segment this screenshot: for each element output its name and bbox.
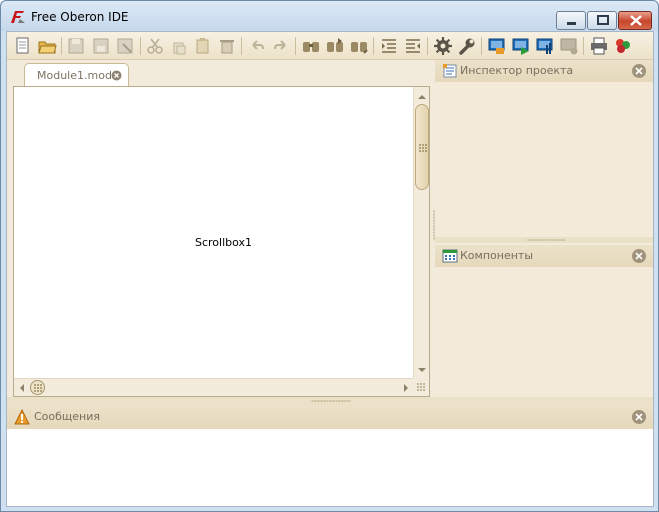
window-title: Free Oberon IDE: [31, 10, 129, 24]
toolbar-separator: [427, 37, 428, 55]
bottom-splitter[interactable]: [7, 397, 653, 405]
save-all-icon[interactable]: [115, 36, 135, 56]
editor-tab-strip: Module1.mod: [7, 60, 431, 87]
redo-icon[interactable]: [271, 36, 291, 56]
close-icon[interactable]: [631, 248, 647, 264]
components-icon[interactable]: [613, 36, 633, 56]
components-grid-icon: [442, 249, 458, 263]
app-logo-icon: [11, 11, 25, 23]
toolbar-separator: [295, 37, 296, 55]
print-icon[interactable]: [589, 36, 609, 56]
settings-gear-icon[interactable]: [433, 36, 453, 56]
toolbar-separator: [61, 37, 62, 55]
delete-icon[interactable]: [217, 36, 237, 56]
close-button[interactable]: [618, 11, 652, 30]
close-icon: [630, 15, 642, 26]
app-window: Free Oberon IDE Module1.mod Scrollbox1 И…: [0, 0, 659, 512]
undo-icon[interactable]: [247, 36, 267, 56]
grip-icon: [34, 384, 42, 392]
save-as-icon[interactable]: [91, 36, 111, 56]
messages-panel-title: Сообщения: [34, 410, 101, 423]
paste-icon[interactable]: [193, 36, 213, 56]
grip-icon: [419, 144, 427, 152]
tools-wrench-icon[interactable]: [457, 36, 477, 56]
main-client-area: Module1.mod Scrollbox1 Инспектор проекта…: [6, 31, 654, 507]
resize-grip-icon: [417, 383, 425, 391]
scroll-right-arrow-icon[interactable]: [400, 380, 412, 396]
find-next-icon[interactable]: [325, 36, 345, 56]
scroll-corner-grip: [413, 378, 429, 396]
compile-icon[interactable]: [487, 36, 507, 56]
inspector-panel-header: Инспектор проекта: [435, 60, 653, 82]
unindent-icon[interactable]: [403, 36, 423, 56]
minimize-icon: [567, 22, 576, 25]
new-file-icon[interactable]: [13, 36, 33, 56]
toolbar: [7, 32, 653, 60]
toolbar-separator: [241, 37, 242, 55]
vertical-scroll-thumb[interactable]: [415, 104, 429, 190]
minimize-button[interactable]: [556, 11, 586, 30]
horizontal-scrollbar[interactable]: [14, 378, 414, 396]
warning-icon: [14, 409, 30, 425]
horizontal-scroll-thumb[interactable]: [30, 380, 45, 395]
scroll-up-arrow-icon[interactable]: [414, 90, 430, 102]
right-panel-splitter[interactable]: [435, 237, 653, 243]
copy-icon[interactable]: [169, 36, 189, 56]
save-icon[interactable]: [66, 36, 86, 56]
run-icon[interactable]: [511, 36, 531, 56]
toolbar-separator: [583, 37, 584, 55]
maximize-button[interactable]: [587, 11, 617, 30]
toolbar-separator: [140, 37, 141, 55]
messages-panel-header: Сообщения: [7, 405, 653, 429]
splitter-grip: [527, 239, 565, 241]
cut-icon[interactable]: [145, 36, 165, 56]
messages-panel-body[interactable]: [7, 429, 653, 506]
replace-icon[interactable]: [349, 36, 369, 56]
components-panel-title: Компоненты: [460, 249, 534, 262]
inspector-panel-title: Инспектор проекта: [460, 64, 574, 77]
close-icon[interactable]: [631, 409, 647, 425]
scroll-left-arrow-icon[interactable]: [16, 380, 28, 396]
tab-module1[interactable]: Module1.mod: [24, 63, 129, 87]
indent-icon[interactable]: [379, 36, 399, 56]
components-panel-body[interactable]: [435, 267, 653, 397]
inspector-panel-body[interactable]: [435, 82, 653, 237]
tab-label: Module1.mod: [37, 69, 112, 82]
vertical-scrollbar[interactable]: [413, 87, 429, 379]
open-folder-icon[interactable]: [37, 36, 57, 56]
tab-close-icon[interactable]: [111, 70, 122, 81]
build-icon[interactable]: [535, 36, 555, 56]
find-icon[interactable]: [301, 36, 321, 56]
code-editor-scrollbox[interactable]: Scrollbox1: [13, 86, 430, 397]
toolbar-separator: [373, 37, 374, 55]
components-panel-header: Компоненты: [435, 245, 653, 267]
title-bar[interactable]: Free Oberon IDE: [1, 1, 658, 31]
toolbar-separator: [481, 37, 482, 55]
project-inspector-icon: [443, 64, 457, 78]
splitter-grip: [311, 400, 351, 402]
scroll-down-arrow-icon[interactable]: [414, 365, 430, 377]
close-icon[interactable]: [631, 63, 647, 79]
scrollbox-label: Scrollbox1: [195, 236, 253, 249]
stop-icon[interactable]: [559, 36, 579, 56]
maximize-icon: [597, 15, 609, 25]
